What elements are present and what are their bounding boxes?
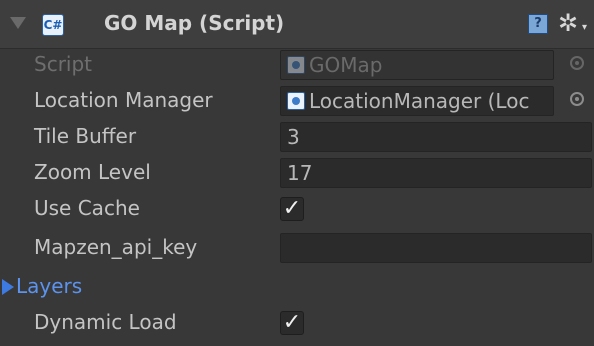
- location-manager-value: LocationManager (Loc: [309, 89, 530, 113]
- tile-buffer-input[interactable]: 3: [280, 122, 592, 152]
- script-value: GOMap: [309, 53, 383, 77]
- script-row: Script GOMap: [0, 48, 594, 84]
- zoom-level-input[interactable]: 17: [280, 158, 592, 188]
- script-object-field: GOMap: [280, 50, 554, 80]
- zoom-level-label[interactable]: Zoom Level: [34, 160, 151, 184]
- script-asset-icon: [287, 56, 305, 74]
- zoom-level-row: Zoom Level 17: [0, 156, 594, 192]
- dynamic-load-row: Dynamic Load ✓: [0, 306, 594, 342]
- layers-label[interactable]: Layers: [16, 274, 82, 298]
- dynamic-load-checkbox[interactable]: ✓: [280, 311, 304, 335]
- use-cache-checkbox[interactable]: ✓: [280, 197, 304, 221]
- component-header[interactable]: C# GO Map (Script) ? ✲ ▾: [0, 0, 594, 49]
- location-manager-label: Location Manager: [34, 88, 213, 112]
- component-title: GO Map (Script): [104, 11, 285, 35]
- dynamic-load-label: Dynamic Load: [34, 310, 177, 334]
- collapse-arrow-icon[interactable]: [10, 17, 26, 29]
- tile-buffer-row: Tile Buffer 3: [0, 120, 594, 156]
- csharp-script-icon: C#: [42, 14, 64, 36]
- mapzen-api-key-label: Mapzen_api_key: [34, 235, 198, 259]
- inspector-panel: C# GO Map (Script) ? ✲ ▾ Script GOMap Lo…: [0, 0, 594, 346]
- script-object-picker-icon: [570, 56, 584, 70]
- use-cache-label: Use Cache: [34, 196, 140, 220]
- help-icon[interactable]: ?: [528, 14, 548, 34]
- mapzen-api-key-row: Mapzen_api_key: [0, 231, 594, 267]
- script-label: Script: [34, 52, 93, 76]
- use-cache-row: Use Cache ✓: [0, 192, 594, 228]
- gear-dropdown-caret-icon[interactable]: ▾: [582, 22, 587, 33]
- mapzen-api-key-input[interactable]: [280, 233, 592, 263]
- location-manager-object-picker-icon[interactable]: [570, 92, 584, 106]
- layers-foldout[interactable]: Layers: [0, 270, 594, 306]
- gear-icon[interactable]: ✲: [558, 9, 578, 37]
- location-manager-object-field[interactable]: LocationManager (Loc: [280, 86, 554, 116]
- tile-buffer-label[interactable]: Tile Buffer: [34, 124, 136, 148]
- location-manager-row: Location Manager LocationManager (Loc: [0, 84, 594, 120]
- location-manager-asset-icon: [287, 92, 305, 110]
- expand-arrow-icon[interactable]: [2, 279, 14, 295]
